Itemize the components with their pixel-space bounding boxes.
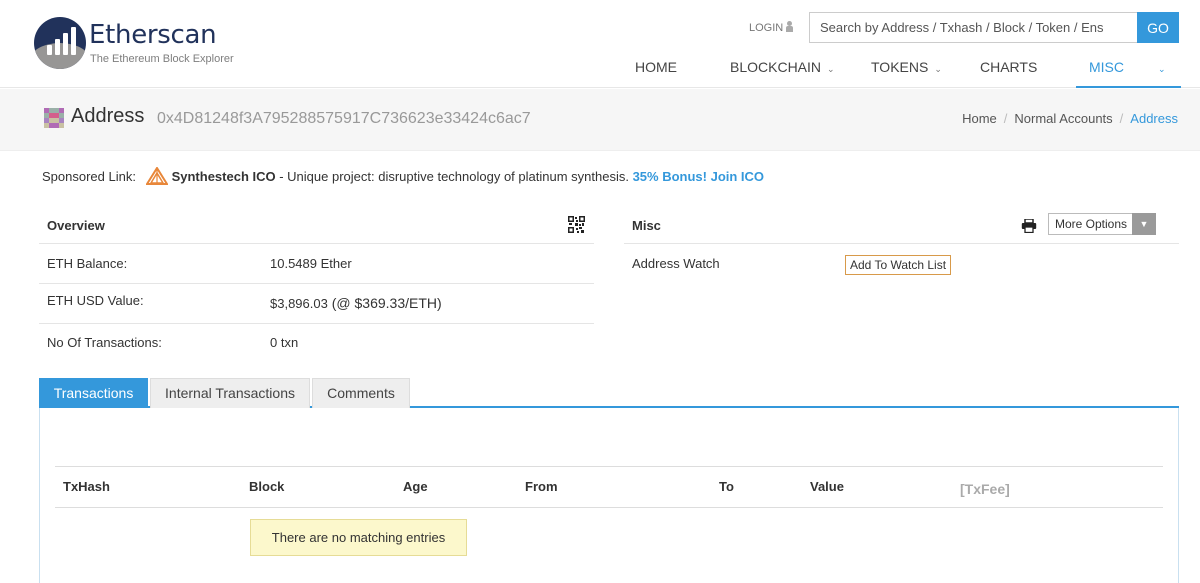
print-icon[interactable]	[1021, 219, 1037, 233]
sponsor-name[interactable]: Synthestech ICO	[172, 169, 276, 184]
nav-misc-label: MISC	[1089, 59, 1124, 75]
breadcrumb-normal-accounts[interactable]: Normal Accounts	[1014, 111, 1112, 126]
sponsored-link: Sponsored Link: Synthestech ICO - Unique…	[42, 167, 764, 185]
nav-tokens[interactable]: TOKENS ⌄	[871, 49, 942, 87]
col-txfee[interactable]: [TxFee]	[960, 481, 1010, 497]
breadcrumb-current: Address	[1130, 111, 1178, 126]
more-options-button[interactable]: More Options ▼	[1048, 213, 1156, 235]
col-value[interactable]: Value	[810, 479, 844, 494]
nav-charts-label: CHARTS	[980, 59, 1038, 75]
balance-value: 10.5489 Ether	[270, 256, 352, 271]
balance-label: ETH Balance:	[47, 256, 128, 271]
address-watch-label: Address Watch	[632, 256, 720, 271]
login-label: LOGIN	[749, 22, 784, 34]
chevron-down-icon: ⌄	[934, 64, 942, 74]
search-input[interactable]	[809, 12, 1137, 43]
overview-row-usd: ETH USD Value: $3,896.03 (@ $369.33/ETH)	[39, 284, 594, 324]
overview-row-txcount: No Of Transactions: 0 txn	[39, 324, 594, 364]
etherscan-logo[interactable]: Etherscan The Ethereum Block Explorer	[34, 17, 264, 73]
usd-value: $3,896.03 (@ $369.33/ETH)	[270, 295, 442, 311]
nav-home-label: HOME	[635, 59, 677, 75]
nav-blockchain[interactable]: BLOCKCHAIN ⌄	[730, 49, 835, 87]
nav-home[interactable]: HOME	[635, 49, 677, 87]
sponsor-text: - Unique project: disruptive technology …	[275, 169, 633, 184]
nav-charts[interactable]: CHARTS	[980, 49, 1037, 87]
nav-tokens-label: TOKENS	[871, 59, 929, 75]
col-from[interactable]: From	[525, 479, 558, 494]
site-header: Etherscan The Ethereum Block Explorer LO…	[0, 0, 1200, 88]
tab-internal-transactions[interactable]: Internal Transactions	[150, 378, 310, 408]
chevron-down-icon: ▼	[1132, 213, 1156, 235]
eth-price: (@ $369.33/ETH)	[327, 295, 442, 311]
page-title: Address	[71, 105, 145, 127]
overview-header: Overview	[39, 206, 594, 244]
col-txhash[interactable]: TxHash	[63, 479, 110, 494]
chevron-down-icon: ⌄	[1158, 64, 1166, 74]
misc-title: Misc	[632, 218, 661, 233]
brand-name: Etherscan	[89, 20, 217, 50]
logo-mark-icon	[34, 17, 86, 69]
more-options-label: More Options	[1055, 217, 1128, 231]
login-link[interactable]: LOGIN	[749, 21, 794, 34]
qr-code-icon[interactable]	[568, 216, 585, 233]
col-age[interactable]: Age	[403, 479, 428, 494]
user-icon	[786, 21, 794, 32]
col-block[interactable]: Block	[249, 479, 284, 494]
tab-transactions[interactable]: Transactions	[39, 378, 148, 408]
usd-amount: $3,896.03	[270, 296, 328, 311]
overview-row-balance: ETH Balance: 10.5489 Ether	[39, 244, 594, 284]
address-hash: 0x4D81248f3A795288575917C736623e33424c6a…	[157, 110, 531, 127]
tx-count-value: 0 txn	[270, 335, 299, 350]
empty-table-message: There are no matching entries	[250, 519, 467, 556]
tab-comments[interactable]: Comments	[312, 378, 410, 408]
usd-value-label: ETH USD Value:	[47, 293, 144, 308]
nav-blockchain-label: BLOCKCHAIN	[730, 59, 822, 75]
brand-tagline: The Ethereum Block Explorer	[90, 53, 234, 65]
nav-misc[interactable]: MISC ⌄	[1089, 49, 1166, 87]
breadcrumb: Home / Normal Accounts / Address	[962, 111, 1178, 126]
chevron-down-icon: ⌄	[827, 64, 835, 74]
sponsor-cta-link[interactable]: 35% Bonus! Join ICO	[633, 169, 764, 184]
breadcrumb-separator: /	[1003, 111, 1008, 126]
transactions-table-header: TxHash Block Age From To Value [TxFee]	[55, 466, 1163, 508]
tx-count-label: No Of Transactions:	[47, 335, 162, 350]
search-go-button[interactable]: GO	[1137, 12, 1179, 43]
add-to-watch-list-button[interactable]: Add To Watch List	[845, 255, 952, 275]
col-to[interactable]: To	[719, 479, 734, 494]
synthestech-logo-icon	[145, 167, 168, 185]
address-identicon	[44, 108, 64, 128]
sponsored-prefix: Sponsored Link:	[42, 169, 136, 184]
breadcrumb-home[interactable]: Home	[962, 111, 997, 126]
breadcrumb-separator: /	[1119, 111, 1124, 126]
overview-title: Overview	[47, 218, 105, 233]
